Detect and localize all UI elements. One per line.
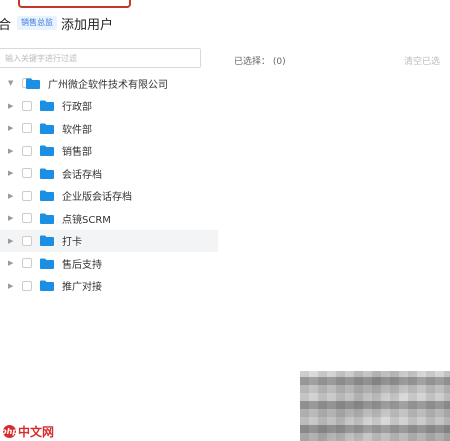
folder-icon (40, 145, 54, 157)
tree-node-label: 打卡 (62, 237, 82, 249)
tree-checkbox[interactable] (22, 168, 32, 179)
expand-arrow-icon[interactable]: ▶ (8, 192, 13, 200)
expand-arrow-icon[interactable]: ▶ (8, 282, 13, 290)
expand-arrow-icon[interactable]: ▶ (8, 214, 13, 222)
expand-arrow-icon[interactable]: ▶ (8, 169, 13, 177)
tree-node[interactable]: ▶ 点镜SCRM (0, 207, 218, 230)
folder-icon (40, 213, 54, 224)
tree-node-label: 推广对接 (62, 282, 102, 294)
tree-node-label: 企业版会话存档 (62, 192, 132, 204)
department-tree: ▼ 广州微企软件技术有限公司 ▶ 行政部 ▶ 软件部 ▶ 销售部 ▶ 会话存档 … (0, 72, 218, 297)
tree-node[interactable]: ▶ 打卡 (0, 229, 218, 252)
tree-node[interactable]: ▶ 售后支持 (0, 252, 218, 275)
role-tag: 销售总监 (17, 16, 58, 30)
folder-icon (40, 100, 54, 112)
expand-arrow-icon[interactable]: ▶ (8, 124, 13, 132)
tree-node-label: 软件部 (62, 124, 92, 136)
tree-node-label: 售后支持 (62, 259, 102, 271)
dialog-title: 添加用户 (61, 17, 114, 33)
tree-node[interactable]: ▶ 销售部 (0, 140, 218, 163)
folder-icon (40, 280, 54, 292)
filter-search-input[interactable] (0, 48, 201, 68)
watermark-logo: php 中文网 (0, 423, 55, 440)
tree-checkbox[interactable] (22, 213, 32, 224)
tree-node-label: 销售部 (62, 147, 92, 159)
pixelated-image (300, 371, 450, 441)
folder-icon (40, 235, 54, 247)
selected-count: 已选择： (0) (234, 57, 286, 67)
expand-arrow-icon[interactable]: ▶ (8, 102, 13, 110)
tree-node-label: 广州微企软件技术有限公司 (48, 79, 168, 91)
tree-node[interactable]: ▶ 会话存档 (0, 162, 218, 185)
expand-arrow-icon[interactable]: ▼ (8, 79, 13, 87)
tree-node[interactable]: ▶ 企业版会话存档 (0, 185, 218, 208)
tree-node-label: 会话存档 (62, 169, 102, 181)
tree-checkbox[interactable] (22, 258, 32, 269)
tree-node[interactable]: ▶ 行政部 (0, 95, 218, 118)
folder-icon (40, 258, 54, 269)
tree-node-root[interactable]: ▼ 广州微企软件技术有限公司 (0, 72, 218, 95)
expand-arrow-icon[interactable]: ▶ (8, 147, 13, 155)
php-badge: php (0, 425, 19, 438)
tree-node[interactable]: ▶ 软件部 (0, 117, 218, 140)
tree-node-label: 点镜SCRM (62, 214, 111, 226)
tree-checkbox[interactable] (22, 280, 32, 291)
folder-icon (40, 190, 54, 202)
tree-node-label: 行政部 (62, 102, 92, 114)
clear-selection-link[interactable]: 清空已选 (404, 54, 440, 67)
dialog-header: 合 销售总监 添加用户 (0, 14, 114, 33)
expand-arrow-icon[interactable]: ▶ (8, 237, 13, 245)
folder-icon (40, 123, 54, 134)
tree-checkbox[interactable] (22, 100, 32, 111)
tree-checkbox[interactable] (22, 235, 32, 246)
tree-checkbox[interactable] (22, 123, 32, 134)
expand-arrow-icon[interactable]: ▶ (8, 259, 13, 267)
tree-checkbox[interactable] (22, 145, 32, 156)
folder-icon (40, 168, 54, 179)
folder-icon (26, 78, 40, 89)
tree-node[interactable]: ▶ 推广对接 (0, 275, 218, 298)
red-frame-highlight (18, 0, 131, 8)
watermark-text: 中文网 (18, 425, 55, 439)
tree-checkbox[interactable] (22, 190, 32, 201)
header-prefix: 合 (0, 17, 12, 33)
